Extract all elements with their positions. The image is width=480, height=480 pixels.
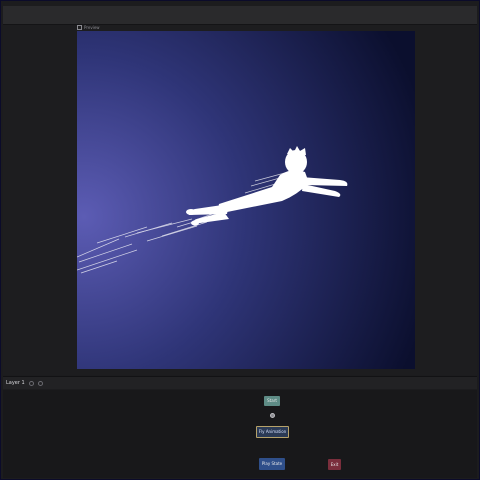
- transition-connector[interactable]: [270, 413, 275, 418]
- layer-name[interactable]: Layer 1: [6, 380, 25, 386]
- artboard-icon: [77, 25, 82, 30]
- play-state-node[interactable]: Play State: [259, 458, 285, 470]
- start-node[interactable]: Start: [264, 396, 280, 406]
- layer-bar: Layer 1: [3, 376, 477, 389]
- artboard-header[interactable]: Preview: [77, 25, 100, 30]
- animation-state-node[interactable]: Fly Animation: [256, 426, 289, 438]
- layer-settings-icon[interactable]: [28, 380, 34, 386]
- exit-node[interactable]: Exit: [328, 459, 341, 470]
- add-layer-icon[interactable]: [37, 380, 43, 386]
- flying-boy-illustration: [77, 31, 415, 369]
- state-machine-graph[interactable]: [3, 390, 477, 478]
- artboard-title: Preview: [84, 25, 100, 30]
- artboard[interactable]: [77, 31, 415, 369]
- top-toolbar: [3, 6, 477, 25]
